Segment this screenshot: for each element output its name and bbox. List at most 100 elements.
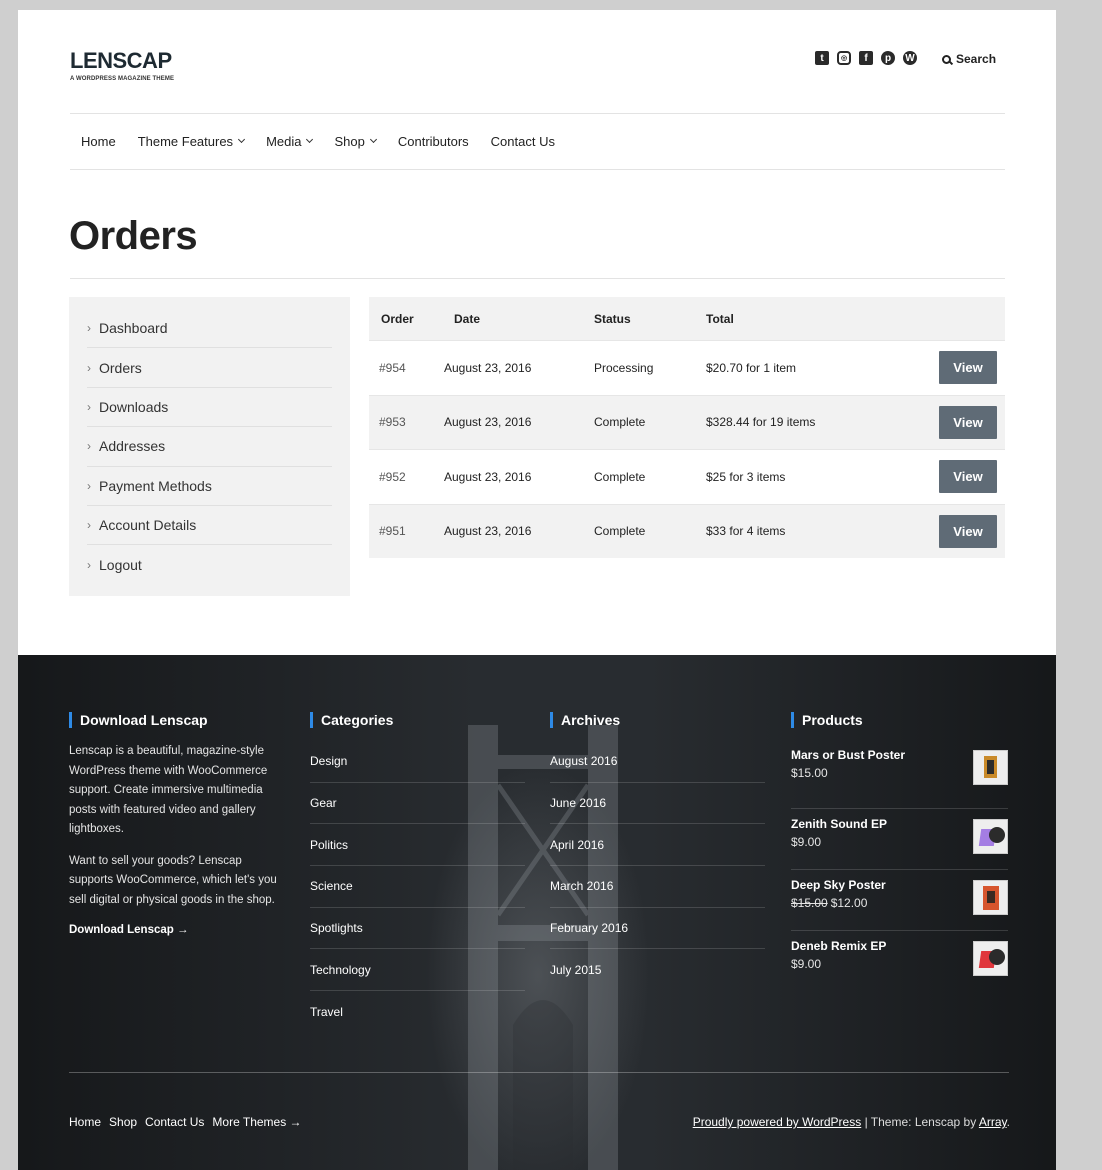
product-thumbnail[interactable] [973, 941, 1008, 976]
search-label: Search [956, 52, 997, 66]
order-number-link[interactable]: #952 [369, 470, 444, 484]
nav-item-shop[interactable]: Shop [334, 134, 377, 149]
product-thumbnail[interactable] [973, 750, 1008, 785]
category-link[interactable]: Design [310, 741, 525, 783]
account-nav-payment-methods[interactable]: › Payment Methods [87, 467, 332, 506]
credit-end: . [1006, 1115, 1010, 1129]
nav-item-contact-us[interactable]: Contact Us [491, 134, 555, 149]
product-name[interactable]: Deep Sky Poster [791, 878, 886, 892]
archive-link[interactable]: March 2016 [550, 866, 765, 908]
order-number-link[interactable]: #953 [369, 415, 444, 429]
chevron-right-icon: › [87, 360, 91, 375]
nav-home-label: Home [81, 134, 116, 149]
footer-archives-column: Archives August 2016 June 2016 April 201… [550, 712, 765, 991]
category-link[interactable]: Travel [310, 991, 525, 1033]
column-header-order: Order [381, 311, 414, 326]
social-links: t ◎ f p W [815, 51, 917, 65]
wordpress-icon[interactable]: W [903, 51, 917, 65]
chevron-right-icon: › [87, 558, 91, 573]
product-name[interactable]: Mars or Bust Poster [791, 748, 905, 762]
twitter-icon[interactable]: t [815, 51, 829, 65]
nav-item-home[interactable]: Home [81, 134, 116, 149]
pinterest-icon[interactable]: p [881, 51, 895, 65]
wordpress-credit-link[interactable]: Proudly powered by WordPress [693, 1115, 862, 1129]
table-row: #952 August 23, 2016 Complete $25 for 3 … [369, 449, 1005, 504]
footer-divider [69, 1072, 1009, 1073]
product-price: $15.00 [791, 766, 828, 780]
footer-nav-contact-us[interactable]: Contact Us [145, 1115, 204, 1129]
product-name[interactable]: Zenith Sound EP [791, 817, 887, 831]
footer-nav: Home Shop Contact Us More Themes → [69, 1115, 302, 1129]
footer-nav-more-themes[interactable]: More Themes → [212, 1115, 301, 1129]
account-nav-label: Addresses [99, 438, 166, 455]
chevron-right-icon: › [87, 518, 91, 533]
nav-contributors-label: Contributors [397, 134, 469, 149]
account-nav-label: Account Details [99, 517, 197, 534]
nav-item-contributors[interactable]: Contributors [398, 134, 469, 149]
archive-list: August 2016 June 2016 April 2016 March 2… [550, 741, 765, 991]
site-logo[interactable]: LENSCAP A WORDPRESS MAGAZINE THEME [70, 48, 174, 82]
order-total: $328.44 for 19 items [706, 415, 816, 430]
account-navigation: › Dashboard › Orders › Downloads › Addresses… [69, 297, 350, 596]
footer-heading-archives: Archives [550, 712, 765, 728]
footer-heading-categories: Categories [310, 712, 525, 728]
category-link[interactable]: Science [310, 866, 525, 908]
product-item[interactable]: Zenith Sound EP $9.00 [791, 809, 1008, 870]
chevron-right-icon: › [87, 439, 91, 454]
order-number-link[interactable]: #954 [369, 361, 444, 375]
order-date: August 23, 2016 [444, 469, 532, 484]
site-title[interactable]: LENSCAP [70, 48, 174, 74]
archive-link[interactable]: August 2016 [550, 741, 765, 783]
archive-link[interactable]: April 2016 [550, 824, 765, 867]
facebook-icon[interactable]: f [859, 51, 873, 65]
main-nav: Home Theme Features Media Shop Contribut… [81, 134, 555, 149]
instagram-icon[interactable]: ◎ [837, 51, 851, 65]
chevron-down-icon [306, 135, 314, 144]
account-nav-downloads[interactable]: › Downloads [87, 388, 332, 428]
archive-link[interactable]: July 2015 [550, 949, 765, 991]
footer-nav-shop[interactable]: Shop [109, 1115, 137, 1129]
category-link[interactable]: Technology [310, 949, 525, 992]
product-thumbnail[interactable] [973, 819, 1008, 854]
category-link[interactable]: Politics [310, 824, 525, 867]
chevron-down-icon [369, 135, 377, 144]
order-status: Complete [594, 524, 646, 539]
account-nav-addresses[interactable]: › Addresses [87, 427, 332, 467]
product-price: $15.00 $12.00 [791, 896, 886, 910]
product-thumbnail[interactable] [973, 880, 1008, 915]
view-order-button[interactable]: View [939, 351, 997, 385]
chevron-right-icon: › [87, 399, 91, 414]
footer-heading-products: Products [791, 712, 1008, 728]
category-link[interactable]: Gear [310, 783, 525, 825]
archive-link[interactable]: June 2016 [550, 783, 765, 825]
footer-categories-column: Categories Design Gear Politics Science … [310, 712, 525, 1033]
chevron-right-icon: › [87, 478, 91, 493]
view-order-button[interactable]: View [939, 460, 997, 494]
category-link[interactable]: Spotlights [310, 908, 525, 950]
account-nav-dashboard[interactable]: › Dashboard [87, 309, 332, 349]
footer-heading-download: Download Lenscap [69, 712, 284, 728]
view-order-button[interactable]: View [939, 514, 997, 548]
product-name[interactable]: Deneb Remix EP [791, 939, 886, 953]
search-button[interactable]: Search [942, 52, 996, 66]
account-nav-label: Payment Methods [99, 477, 212, 494]
account-nav-logout[interactable]: › Logout [87, 545, 332, 584]
footer-nav-home[interactable]: Home [69, 1115, 101, 1129]
account-nav-account-details[interactable]: › Account Details [87, 506, 332, 546]
download-lenscap-link[interactable]: Download Lenscap → [69, 924, 284, 936]
order-number-link[interactable]: #951 [369, 524, 444, 538]
nav-media-label: Media [266, 134, 302, 149]
account-nav-orders[interactable]: › Orders [87, 348, 332, 388]
theme-author-link[interactable]: Array [979, 1115, 1007, 1129]
footer-credit: Proudly powered by WordPress | Theme: Le… [693, 1115, 1010, 1129]
order-status: Complete [594, 415, 646, 430]
product-item[interactable]: Deneb Remix EP $9.00 [791, 931, 1008, 992]
product-item[interactable]: Mars or Bust Poster $15.00 [791, 748, 1008, 809]
view-order-button[interactable]: View [939, 405, 997, 439]
product-item[interactable]: Deep Sky Poster $15.00 $12.00 [791, 870, 1008, 931]
archive-link[interactable]: February 2016 [550, 908, 765, 950]
orders-table: Order Date Status Total #954 August 23, … [369, 297, 1005, 558]
order-total: $20.70 for 1 item [706, 360, 797, 375]
nav-item-media[interactable]: Media [266, 134, 314, 149]
nav-item-theme-features[interactable]: Theme Features [138, 134, 246, 149]
